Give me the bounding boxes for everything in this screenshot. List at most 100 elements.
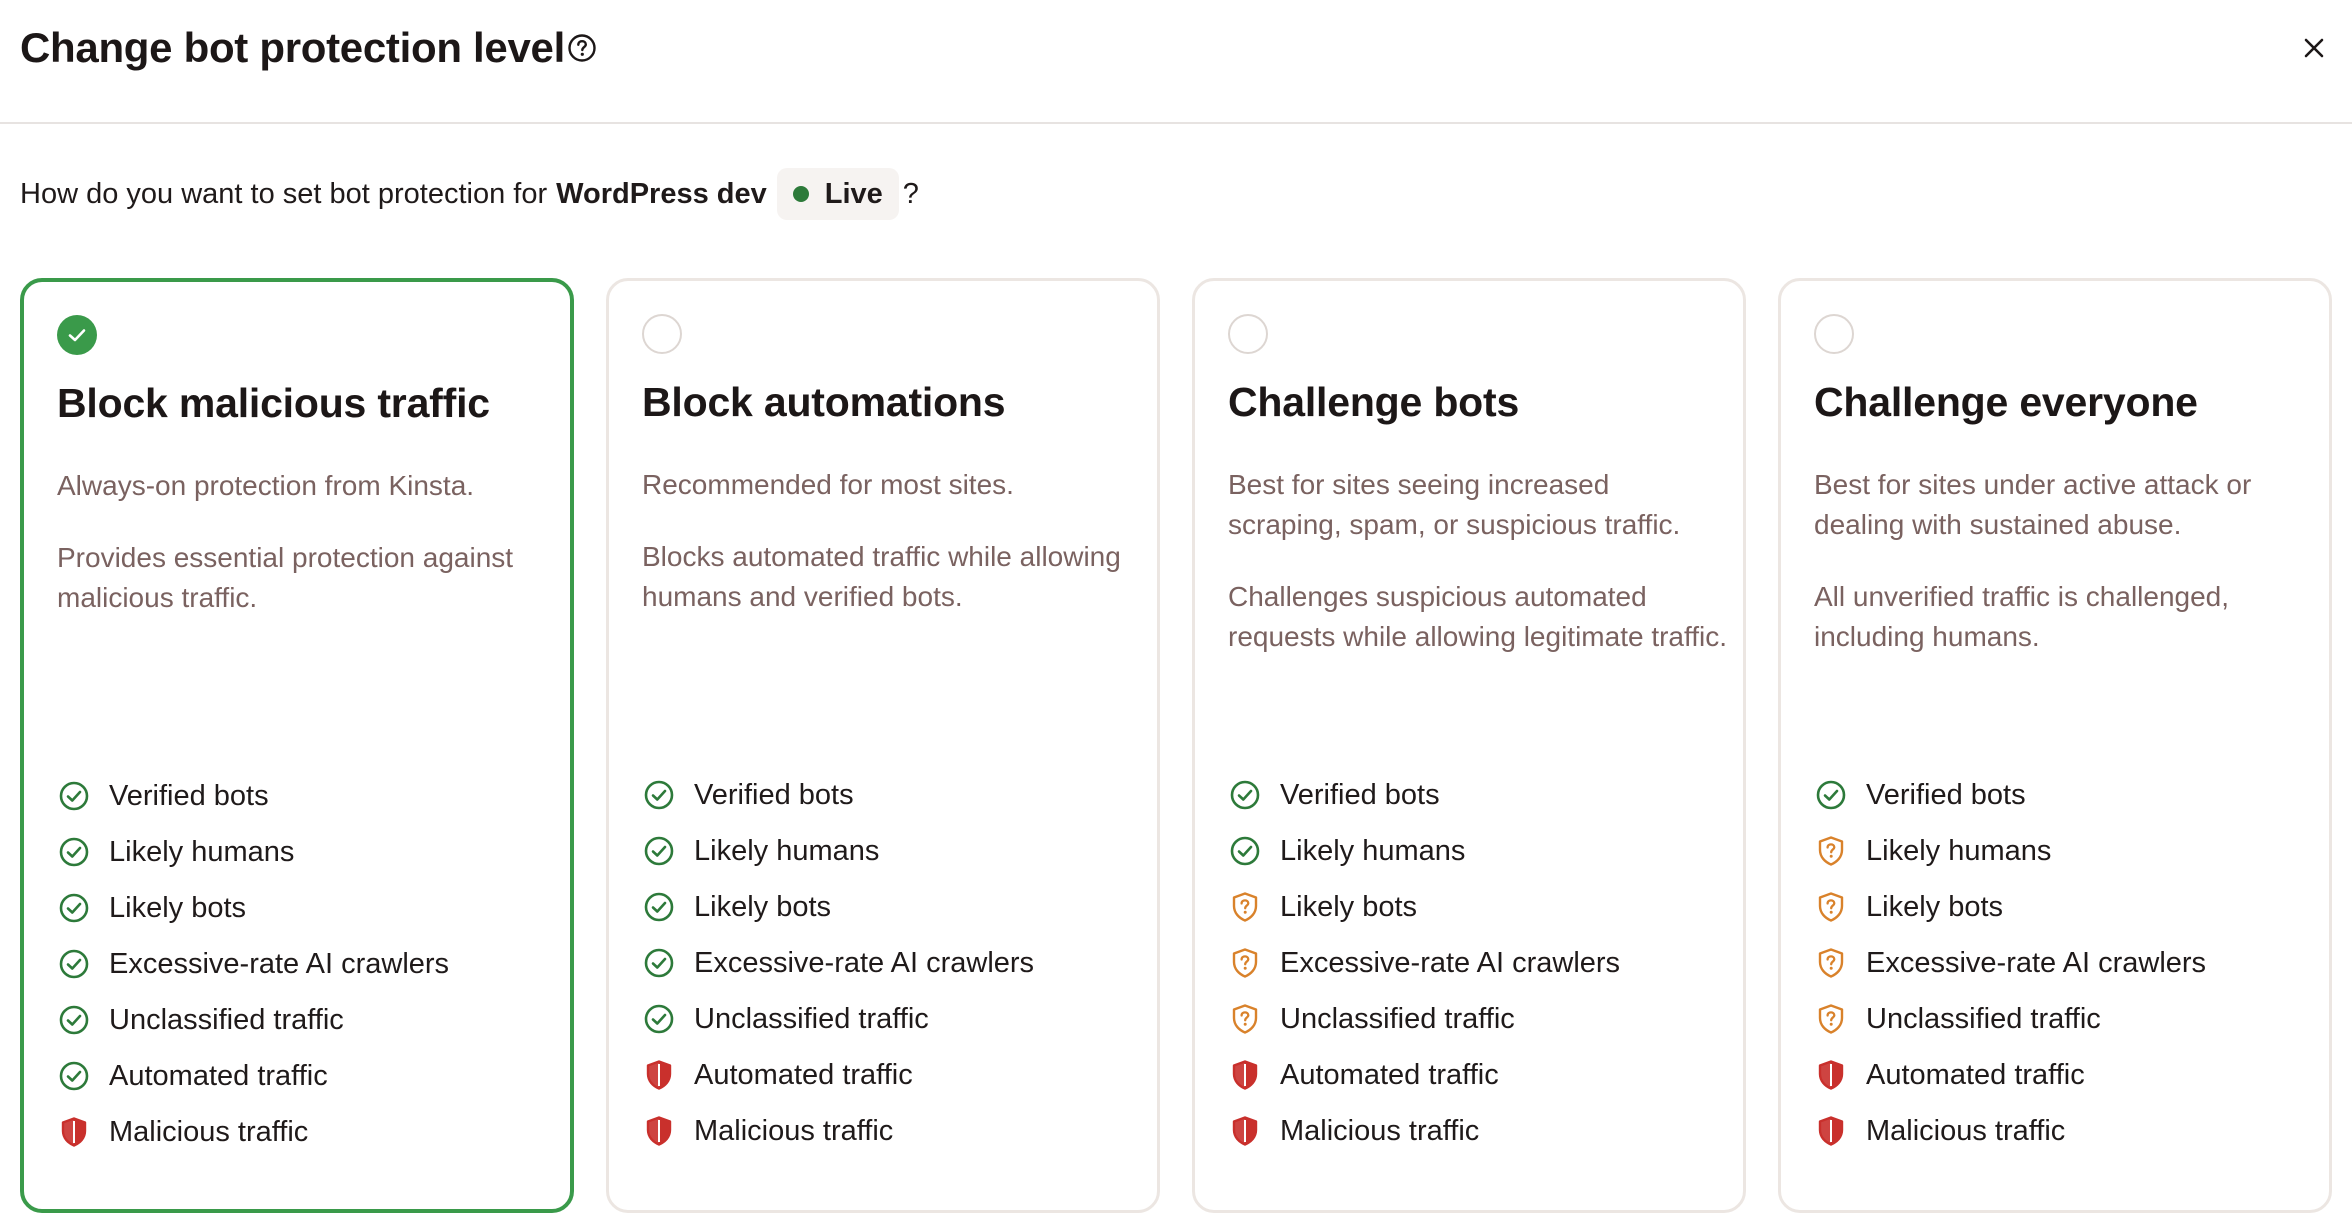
- traffic-feature-allowed: Verified bots: [1814, 767, 2206, 823]
- traffic-feature-allowed: Verified bots: [642, 767, 1034, 823]
- traffic-feature-label: Verified bots: [1280, 778, 1440, 811]
- traffic-feature-label: Excessive-rate AI crawlers: [694, 946, 1035, 979]
- traffic-feature-blocked: Malicious traffic: [1228, 1103, 1620, 1159]
- traffic-feature-challenged: Unclassified traffic: [1814, 991, 2206, 1047]
- traffic-feature-label: Automated traffic: [109, 1059, 328, 1092]
- traffic-feature-challenged: Excessive-rate AI crawlers: [1228, 935, 1620, 991]
- traffic-feature-label: Likely humans: [1866, 834, 2052, 867]
- radio-unselected[interactable]: [1814, 314, 1854, 354]
- traffic-feature-label: Malicious traffic: [109, 1115, 309, 1148]
- environment-badge: Live: [776, 168, 899, 220]
- shield-icon: [1818, 1060, 1844, 1090]
- check-circle-icon: [644, 836, 674, 866]
- traffic-feature-allowed: Unclassified traffic: [642, 991, 1034, 1047]
- traffic-feature-list: Verified bots Likely humans Likely bots Exc…: [1228, 767, 1620, 1159]
- traffic-feature-allowed: Verified bots: [1228, 767, 1620, 823]
- traffic-feature-label: Unclassified traffic: [694, 1002, 929, 1035]
- traffic-feature-label: Unclassified traffic: [1866, 1002, 2101, 1035]
- traffic-feature-label: Likely bots: [694, 890, 832, 923]
- radio-unselected[interactable]: [1228, 314, 1268, 354]
- traffic-feature-label: Automated traffic: [694, 1058, 913, 1091]
- traffic-feature-challenged: Likely bots: [1228, 879, 1620, 935]
- traffic-feature-label: Likely humans: [109, 835, 295, 868]
- shield-icon: [1232, 1116, 1258, 1146]
- check-circle-icon: [59, 1005, 89, 1035]
- check-circle-icon: [1816, 780, 1846, 810]
- traffic-feature-allowed: Likely bots: [642, 879, 1034, 935]
- traffic-feature-allowed: Likely bots: [57, 880, 449, 936]
- option-card-block-malicious-traffic[interactable]: Block malicious traffic Always-on protect…: [20, 278, 574, 1213]
- traffic-feature-challenged: Excessive-rate AI crawlers: [1814, 935, 2206, 991]
- traffic-feature-allowed: Unclassified traffic: [57, 992, 449, 1048]
- traffic-feature-blocked: Automated traffic: [1228, 1047, 1620, 1103]
- traffic-feature-blocked: Malicious traffic: [642, 1103, 1034, 1159]
- option-summary: Recommended for most sites.: [642, 469, 1014, 500]
- traffic-feature-allowed: Verified bots: [57, 768, 449, 824]
- option-card-block-automations[interactable]: Block automations Recommended for most si…: [606, 278, 1160, 1213]
- option-summary: Best for sites seeing increased scraping…: [1228, 469, 1681, 540]
- traffic-feature-label: Excessive-rate AI crawlers: [1866, 946, 2207, 979]
- traffic-feature-label: Likely humans: [1280, 834, 1466, 867]
- protection-options: Block malicious traffic Always-on protect…: [20, 278, 2332, 1213]
- option-description: Best for sites under active attack or de…: [1814, 465, 2314, 689]
- traffic-feature-label: Unclassified traffic: [109, 1003, 344, 1036]
- traffic-feature-blocked: Automated traffic: [642, 1047, 1034, 1103]
- close-icon[interactable]: [2300, 34, 2328, 62]
- traffic-feature-label: Malicious traffic: [1280, 1114, 1480, 1147]
- shield-icon: [1232, 1060, 1258, 1090]
- question-suffix: ?: [902, 177, 919, 210]
- check-circle-icon: [644, 948, 674, 978]
- question-circle-icon[interactable]: [566, 32, 598, 64]
- question-shield-icon: [1818, 836, 1844, 866]
- question-shield-icon: [1818, 892, 1844, 922]
- traffic-feature-allowed: Automated traffic: [57, 1048, 449, 1104]
- dialog-title: Change bot protection level: [20, 24, 565, 71]
- traffic-feature-allowed: Likely humans: [642, 823, 1034, 879]
- option-summary: Best for sites under active attack or de…: [1814, 469, 2252, 540]
- question-shield-icon: [1818, 1004, 1844, 1034]
- option-description: Recommended for most sites. Blocks automa…: [642, 465, 1142, 649]
- option-card-challenge-everyone[interactable]: Challenge everyone Best for sites under a…: [1778, 278, 2332, 1213]
- traffic-feature-allowed: Likely humans: [1228, 823, 1620, 879]
- traffic-feature-label: Likely bots: [109, 891, 247, 924]
- environment-label: Live: [824, 177, 883, 210]
- traffic-feature-label: Likely bots: [1280, 890, 1418, 923]
- shield-icon: [1818, 1116, 1844, 1146]
- traffic-feature-label: Verified bots: [694, 778, 854, 811]
- option-detail: Blocks automated traffic while allowing …: [642, 541, 1121, 612]
- check-circle-icon: [644, 780, 674, 810]
- option-summary: Always-on protection from Kinsta.: [57, 470, 475, 501]
- question-shield-icon: [1818, 948, 1844, 978]
- protection-question: How do you want to set bot protection fo…: [20, 168, 919, 220]
- site-name: WordPress dev: [556, 177, 767, 210]
- traffic-feature-label: Malicious traffic: [694, 1114, 894, 1147]
- check-circle-icon: [1230, 780, 1260, 810]
- option-title: Challenge everyone: [1814, 379, 2198, 425]
- check-circle-icon: [59, 837, 89, 867]
- traffic-feature-label: Automated traffic: [1866, 1058, 2085, 1091]
- check-circle-icon: [59, 893, 89, 923]
- option-description: Always-on protection from Kinsta. Provide…: [57, 466, 557, 650]
- option-card-challenge-bots[interactable]: Challenge bots Best for sites seeing incr…: [1192, 278, 1746, 1213]
- traffic-feature-label: Verified bots: [109, 779, 269, 812]
- option-detail: Challenges suspicious automated requests…: [1228, 581, 1728, 652]
- traffic-feature-label: Automated traffic: [1280, 1058, 1499, 1091]
- option-detail: Provides essential protection against ma…: [57, 542, 514, 613]
- radio-selected[interactable]: [57, 315, 97, 355]
- traffic-feature-list: Verified bots Likely humans Likely bots Exc…: [642, 767, 1034, 1159]
- traffic-feature-challenged: Likely bots: [1814, 879, 2206, 935]
- option-title: Challenge bots: [1228, 379, 1520, 425]
- traffic-feature-allowed: Excessive-rate AI crawlers: [57, 936, 449, 992]
- traffic-feature-blocked: Malicious traffic: [1814, 1103, 2206, 1159]
- option-detail: All unverified traffic is challenged, in…: [1814, 581, 2230, 652]
- traffic-feature-challenged: Likely humans: [1814, 823, 2206, 879]
- traffic-feature-label: Likely humans: [694, 834, 880, 867]
- environment-status-dot: [792, 186, 809, 202]
- dialog-header: Change bot protection level: [0, 0, 2352, 124]
- traffic-feature-label: Likely bots: [1866, 890, 2004, 923]
- radio-unselected[interactable]: [642, 314, 682, 354]
- traffic-feature-label: Unclassified traffic: [1280, 1002, 1515, 1035]
- traffic-feature-label: Verified bots: [1866, 778, 2026, 811]
- question-prefix: How do you want to set bot protection fo…: [20, 177, 548, 210]
- traffic-feature-allowed: Likely humans: [57, 824, 449, 880]
